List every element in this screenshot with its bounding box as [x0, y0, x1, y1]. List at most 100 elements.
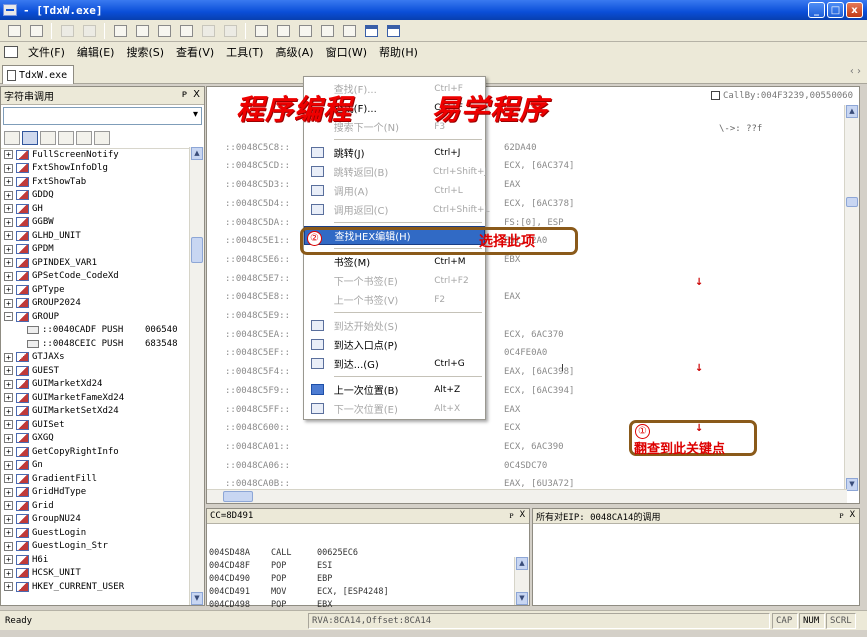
checkbox-icon[interactable] [710, 91, 720, 100]
hex-view-icon[interactable] [339, 22, 359, 40]
exports-icon[interactable] [317, 22, 337, 40]
call-back-icon[interactable] [220, 22, 240, 40]
pin-icon[interactable]: ᴘ [839, 510, 843, 521]
pin-icon[interactable]: ᴘ [182, 89, 187, 100]
title-bar[interactable]: - [TdxW.exe] _ □ x [0, 0, 867, 20]
app-icon[interactable] [3, 4, 17, 16]
menu-file[interactable]: 文件(F) [22, 44, 71, 60]
tree-item[interactable]: + GGBW [1, 216, 189, 230]
expand-toggle-icon[interactable]: + [4, 177, 13, 187]
tree-leaf[interactable]: ::0040CADF PUSH 006540 [1, 324, 189, 338]
bottom-left-scrollbar[interactable]: ▲ ▼ [514, 557, 529, 605]
bookmark-icon[interactable] [251, 22, 271, 40]
string-refs-icon[interactable] [273, 22, 293, 40]
expand-icon[interactable] [58, 130, 74, 145]
expand-toggle-icon[interactable]: + [4, 150, 13, 160]
forward-arrow-icon[interactable] [132, 22, 152, 40]
window-split-icon[interactable] [383, 22, 403, 40]
tree-item[interactable]: + GTJAXs [1, 351, 189, 365]
tree-item[interactable]: + Gn [1, 459, 189, 473]
tree-item[interactable]: + FullScreenNotify [1, 148, 189, 162]
tree-item[interactable]: + GuestLogin [1, 526, 189, 540]
tree-item[interactable]: + GUIMarketSetXd24 [1, 405, 189, 419]
jump-icon[interactable] [154, 22, 174, 40]
expand-toggle-icon[interactable]: + [4, 447, 13, 457]
context-menu-item[interactable]: 上一个书签(V) F2 [304, 290, 485, 309]
tree-item[interactable]: + GROUP2024 [1, 297, 189, 311]
expand-toggle-icon[interactable]: + [4, 393, 13, 403]
tree-item[interactable]: + GUIMarketXd24 [1, 378, 189, 392]
tree-item[interactable]: + GridHdType [1, 486, 189, 500]
close-pane-icon[interactable]: X [850, 510, 855, 521]
expand-toggle-icon[interactable]: + [4, 514, 13, 524]
sort-az-icon[interactable] [4, 130, 20, 145]
expand-toggle-icon[interactable]: + [4, 541, 13, 551]
tree-item[interactable]: + H6i [1, 553, 189, 567]
call-row[interactable]: 004CD48F POP ESI [207, 559, 529, 572]
module-select[interactable] [3, 107, 202, 125]
tree-item[interactable]: + GPINDEX_VAR1 [1, 256, 189, 270]
scroll-thumb[interactable] [191, 237, 203, 263]
context-menu-item[interactable]: 到达开始处(S) [304, 316, 485, 335]
context-menu-item[interactable]: 下一次位置(E) Alt+X [304, 399, 485, 418]
close-pane-icon[interactable]: X [193, 89, 200, 100]
tree-item[interactable]: − GROUP [1, 310, 189, 324]
call-icon[interactable] [198, 22, 218, 40]
expand-toggle-icon[interactable]: + [4, 568, 13, 578]
editor-hscrollbar[interactable] [207, 489, 847, 503]
maximize-button[interactable]: □ [827, 2, 844, 18]
expand-toggle-icon[interactable]: + [4, 163, 13, 173]
expand-toggle-icon[interactable]: + [4, 474, 13, 484]
expand-toggle-icon[interactable]: + [4, 217, 13, 227]
back-arrow-icon[interactable] [110, 22, 130, 40]
call-row[interactable]: 004CD490 POP EBP [207, 572, 529, 585]
imports-icon[interactable] [295, 22, 315, 40]
tree-item[interactable]: + GetCopyRightInfo [1, 445, 189, 459]
expand-toggle-icon[interactable]: + [4, 204, 13, 214]
context-menu-item[interactable]: 跳转(J) Ctrl+J [304, 143, 485, 162]
context-menu-item[interactable]: 调用(A) Ctrl+L [304, 181, 485, 200]
expand-toggle-icon[interactable]: + [4, 528, 13, 538]
scroll-up-icon[interactable]: ▲ [846, 105, 858, 118]
expand-toggle-icon[interactable]: + [4, 244, 13, 254]
tree-item[interactable]: + FxtShowInfoDlg [1, 162, 189, 176]
tree-item[interactable]: + GLHD_UNIT [1, 229, 189, 243]
paste-icon[interactable] [79, 22, 99, 40]
menu-view[interactable]: 查看(V) [170, 44, 220, 60]
pin-icon[interactable]: ᴘ [509, 510, 513, 521]
expand-toggle-icon[interactable]: + [4, 271, 13, 281]
context-menu-item[interactable]: 到达入口点(P) [304, 335, 485, 354]
context-menu-item[interactable]: 跳转返回(B) Ctrl+Shift+J [304, 162, 487, 181]
save-icon[interactable] [26, 22, 46, 40]
context-menu-item[interactable]: 上一次位置(B) Alt+Z [304, 380, 485, 399]
tree-item[interactable]: + Grid [1, 499, 189, 513]
left-scrollbar[interactable]: ▲ ▼ [189, 147, 204, 605]
expand-toggle-icon[interactable]: + [4, 501, 13, 511]
scroll-down-icon[interactable]: ▼ [191, 592, 203, 605]
menu-window[interactable]: 窗口(W) [320, 44, 373, 60]
call-row[interactable]: 004SD48A CALL 00625EC6 [207, 546, 529, 559]
scroll-thumb[interactable] [846, 197, 858, 207]
menu-edit[interactable]: 编辑(E) [71, 44, 121, 60]
scroll-up-icon[interactable]: ▲ [191, 147, 203, 160]
window-layout-icon[interactable] [361, 22, 381, 40]
expand-toggle-icon[interactable]: + [4, 582, 13, 592]
editor-scrollbar[interactable]: ▲ ▼ [844, 105, 859, 491]
menu-tools[interactable]: 工具(T) [220, 44, 269, 60]
tree-item[interactable]: + GuestLogin_Str [1, 540, 189, 554]
expand-toggle-icon[interactable]: + [4, 352, 13, 362]
menu-search[interactable]: 搜索(S) [120, 44, 170, 60]
expand-toggle-icon[interactable]: + [4, 460, 13, 470]
tree-item[interactable]: + GPDM [1, 243, 189, 257]
expand-toggle-icon[interactable]: + [4, 379, 13, 389]
scroll-up-icon[interactable]: ▲ [516, 557, 528, 570]
expand-toggle-icon[interactable]: + [4, 190, 13, 200]
filter-icon[interactable] [76, 130, 92, 145]
tree-item[interactable]: + GH [1, 202, 189, 216]
expand-toggle-icon[interactable]: + [4, 420, 13, 430]
tree-leaf[interactable]: ::0048CEIC PUSH 683548 [1, 337, 189, 351]
close-button[interactable]: x [846, 2, 863, 18]
tree-item[interactable]: + HCSK_UNIT [1, 567, 189, 581]
tree-item[interactable]: + GDDQ [1, 189, 189, 203]
tree-item[interactable]: + GPType [1, 283, 189, 297]
